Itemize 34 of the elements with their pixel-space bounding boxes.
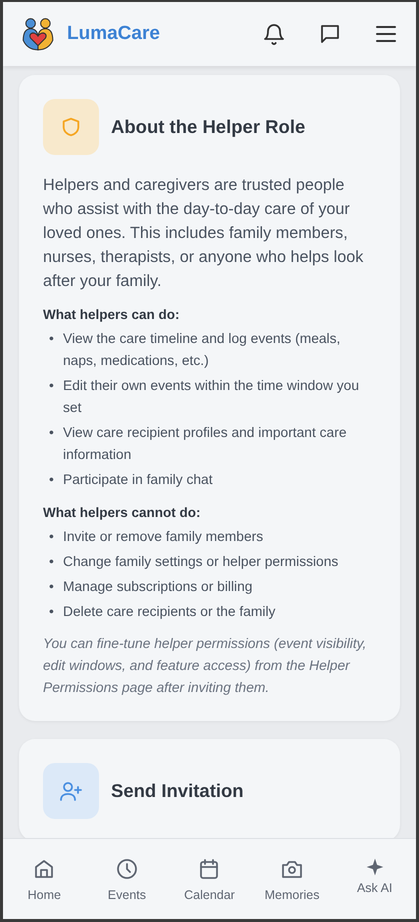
nav-tab[interactable]: Events (86, 839, 168, 919)
intro-paragraph: Helpers and caregivers are trusted people who assist with the day-to-day care of your loved ones. This includes family members, nurses, therapists, or anyone who helps look after your family. (43, 175, 364, 292)
bullet-mark: • (49, 471, 55, 489)
bullet-mark: • (49, 424, 55, 442)
sparkle-icon (364, 857, 385, 877)
bullet-mark: • (49, 578, 55, 596)
notifications-bell-icon[interactable] (262, 22, 286, 46)
add-person-icon (43, 763, 99, 819)
chat-bubble-icon[interactable] (318, 22, 342, 46)
nav-tab[interactable]: Home (3, 839, 86, 919)
nav-tab[interactable]: Calendar (168, 839, 251, 919)
note-text: You can fine-tune helper permissions (event visibility, edit windows, and feature access) from the Helper Permissions page after inviting them. (43, 635, 368, 697)
nav-tab[interactable]: Memories (250, 839, 334, 919)
nav-tab[interactable]: Ask AI (333, 839, 416, 919)
section-heading: What helpers can do: (43, 307, 181, 322)
bullet-mark: • (49, 330, 55, 348)
list-item-text: Invite or remove family members (63, 528, 264, 546)
bullet-mark: • (49, 553, 55, 571)
list-item-text: View the care timeline and log events (meals, naps, medications, etc.) (63, 330, 342, 370)
section-heading: What helpers cannot do: (43, 505, 202, 520)
clock-icon (114, 856, 139, 880)
list-item-text: Edit their own events within the time window you set (63, 377, 360, 417)
card-title: About the Helper Role (111, 116, 306, 138)
bullet-mark: • (49, 377, 55, 395)
card-title: Send Invitation (111, 780, 244, 802)
list-item-text: View care recipient profiles and important care information (63, 424, 348, 464)
list-item-text: Participate in family chat (63, 471, 214, 489)
bullet-mark: • (49, 603, 55, 621)
shield-icon (43, 99, 99, 155)
bullet-mark: • (49, 528, 55, 546)
list-item-text: Manage subscriptions or billing (63, 578, 254, 596)
list-item-text: Change family settings or helper permissions (63, 553, 340, 571)
brand-name[interactable]: LumaCare (67, 23, 160, 45)
list-item-text: Delete care recipients or the family (63, 603, 276, 621)
